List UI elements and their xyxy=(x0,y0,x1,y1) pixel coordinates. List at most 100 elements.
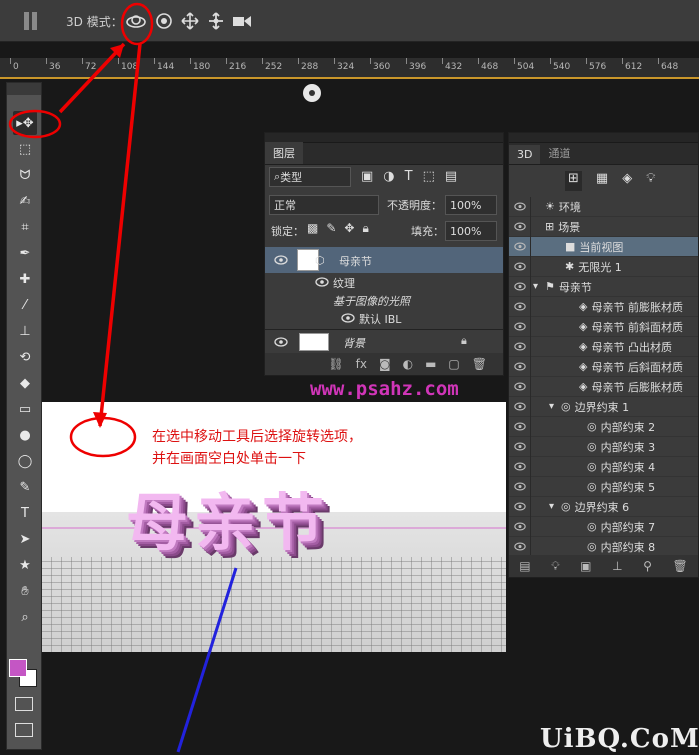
meshes-icon[interactable]: ▦ xyxy=(596,171,608,191)
eye-icon[interactable] xyxy=(509,536,531,557)
brush-tool-icon[interactable]: ⁄ xyxy=(13,293,37,317)
eye-icon[interactable] xyxy=(509,236,531,257)
crop-tool-icon[interactable]: ⌗ xyxy=(13,215,37,239)
tab-3d[interactable]: 3D xyxy=(509,145,541,164)
lock-paint-icon[interactable]: ✎ xyxy=(326,221,336,236)
eye-icon[interactable] xyxy=(509,296,531,317)
type-filter-icon[interactable]: T xyxy=(405,169,413,187)
3d-text-object[interactable]: 母亲节 xyxy=(126,472,330,562)
eye-icon[interactable] xyxy=(509,456,531,477)
move-tool-icon[interactable]: ▸✥ xyxy=(13,111,37,135)
healing-tool-icon[interactable]: ✚ xyxy=(13,267,37,291)
disclosure-triangle-icon[interactable]: ▾ xyxy=(533,281,545,292)
dodge-tool-icon[interactable]: ◯ xyxy=(13,449,37,473)
marquee-tool-icon[interactable]: ⬚ xyxy=(13,137,37,161)
shape-tool-icon[interactable]: ★ xyxy=(13,553,37,577)
scene-tree-row[interactable]: ◎ 内部约束 5 xyxy=(509,476,698,497)
panel-grip-icon[interactable] xyxy=(24,12,38,30)
quick-select-tool-icon[interactable]: ✍︎ xyxy=(13,189,37,213)
scene-tree-row[interactable]: ◎ 内部约束 4 xyxy=(509,456,698,477)
scene-tree-row[interactable]: ◈ 母亲节 凸出材质 xyxy=(509,336,698,357)
layer-row-ibl[interactable]: 基于图像的光照 xyxy=(265,291,503,309)
scene-tree-row[interactable]: ⊞ 场景 xyxy=(509,216,698,237)
eye-icon[interactable] xyxy=(509,356,531,377)
eyedropper-tool-icon[interactable]: ✒︎ xyxy=(13,241,37,265)
blend-mode-select[interactable]: 正常 xyxy=(269,195,379,215)
gradient-tool-icon[interactable]: ▭ xyxy=(13,397,37,421)
eye-icon[interactable] xyxy=(509,216,531,237)
lasso-tool-icon[interactable]: ᗢ xyxy=(13,163,37,187)
smart-object-filter-icon[interactable]: ▤ xyxy=(445,169,457,187)
eraser-tool-icon[interactable]: ◆ xyxy=(13,371,37,395)
3d-axis-widget-icon[interactable] xyxy=(301,83,323,103)
quick-mask-icon[interactable] xyxy=(15,697,33,711)
shape-filter-icon[interactable]: ⬚ xyxy=(423,169,435,187)
new-layer-icon[interactable]: ▢ xyxy=(448,357,459,371)
layer-row-3d[interactable]: ⬡ 母亲节 xyxy=(265,247,503,273)
eye-icon[interactable] xyxy=(315,277,329,287)
document-canvas[interactable]: 母亲节 在选中移动工具后选择旋转选项， 并在画面空白处单击一下 xyxy=(42,402,506,652)
tab-channels[interactable]: 通道 xyxy=(540,142,578,164)
blur-tool-icon[interactable]: ● xyxy=(13,423,37,447)
scene-tree-row[interactable]: ◈ 母亲节 后斜面材质 xyxy=(509,356,698,377)
scene-tree-row[interactable]: ✱ 无限光 1 xyxy=(509,256,698,277)
materials-icon[interactable]: ◈ xyxy=(622,171,632,191)
3d-pan-button[interactable] xyxy=(178,9,202,33)
disclosure-triangle-icon[interactable]: ▾ xyxy=(549,501,561,512)
history-brush-tool-icon[interactable]: ⟲ xyxy=(13,345,37,369)
image-filter-icon[interactable]: ▣ xyxy=(361,169,373,187)
scene-tree-row[interactable]: ◈ 母亲节 前斜面材质 xyxy=(509,316,698,337)
eye-icon[interactable] xyxy=(509,316,531,337)
scene-tree-row[interactable]: ◎ 内部约束 2 xyxy=(509,416,698,437)
link-layers-icon[interactable]: ⛓︎ xyxy=(328,357,343,371)
eye-icon[interactable] xyxy=(509,336,531,357)
light-icon[interactable]: 💡︎ xyxy=(551,559,559,574)
scene-tree-row[interactable]: ◈ 母亲节 前膨胀材质 xyxy=(509,296,698,317)
scene-tree-row[interactable]: ◎ 内部约束 3 xyxy=(509,436,698,457)
eye-icon[interactable] xyxy=(509,516,531,537)
eye-icon[interactable] xyxy=(509,276,531,297)
ground-icon[interactable]: ⊥ xyxy=(612,559,622,573)
3d-roll-button[interactable] xyxy=(152,9,176,33)
trash-icon[interactable]: 🗑︎ xyxy=(672,559,687,573)
foreground-color-swatch[interactable] xyxy=(9,659,27,677)
eye-icon[interactable] xyxy=(274,337,288,347)
eye-icon[interactable] xyxy=(509,416,531,437)
opacity-input[interactable]: 100% xyxy=(445,195,497,215)
scene-tree-row[interactable]: ◈ 母亲节 后膨胀材质 xyxy=(509,376,698,397)
pen-tool-icon[interactable]: ✎ xyxy=(13,475,37,499)
lock-transparent-icon[interactable]: ▩ xyxy=(307,221,318,236)
clone-stamp-tool-icon[interactable]: ⊥ xyxy=(13,319,37,343)
whole-scene-icon[interactable]: ⊞ xyxy=(565,171,582,191)
tab-layers[interactable]: 图层 xyxy=(265,142,303,164)
lock-all-icon[interactable]: 🔒︎ xyxy=(362,221,368,236)
3d-rotate-button[interactable] xyxy=(124,9,148,33)
scene-tree-row[interactable]: ▾ ⚑ 母亲节 xyxy=(509,276,698,297)
fill-input[interactable]: 100% xyxy=(445,221,497,241)
scene-tree-row[interactable]: ▾ ◎ 边界约束 1 xyxy=(509,396,698,417)
fx-icon[interactable]: fx xyxy=(356,357,367,371)
lock-position-icon[interactable]: ✥ xyxy=(344,221,354,236)
render-icon[interactable]: ▤ xyxy=(519,559,530,573)
lights-icon[interactable]: 💡︎ xyxy=(646,171,655,191)
3d-collapse-bar[interactable] xyxy=(509,133,698,143)
eye-icon[interactable] xyxy=(509,396,531,417)
layer-row-default-ibl[interactable]: 默认 IBL xyxy=(265,309,503,327)
layer-row-background[interactable]: 背景 🔒︎ xyxy=(265,329,503,353)
disclosure-triangle-icon[interactable]: ▾ xyxy=(549,401,561,412)
type-tool-icon[interactable]: T xyxy=(13,501,37,525)
scene-tree-row[interactable]: ■ 当前视图 xyxy=(509,236,698,257)
eye-icon[interactable] xyxy=(509,476,531,497)
path-select-tool-icon[interactable]: ➤ xyxy=(13,527,37,551)
eye-icon[interactable] xyxy=(509,496,531,517)
layer-filter-select[interactable]: ⌕ 类型 xyxy=(269,167,351,187)
eye-icon[interactable] xyxy=(509,436,531,457)
eye-icon[interactable] xyxy=(509,196,531,217)
screen-mode-icon[interactable] xyxy=(15,723,33,737)
3d-slide-button[interactable] xyxy=(204,9,228,33)
eye-icon[interactable] xyxy=(509,256,531,277)
3d-scale-button[interactable] xyxy=(230,9,254,33)
add-mask-icon[interactable]: ◙ xyxy=(379,357,391,371)
add-constraint-icon[interactable]: ▣ xyxy=(580,559,591,573)
scene-tree-row[interactable]: ▾ ◎ 边界约束 6 xyxy=(509,496,698,517)
